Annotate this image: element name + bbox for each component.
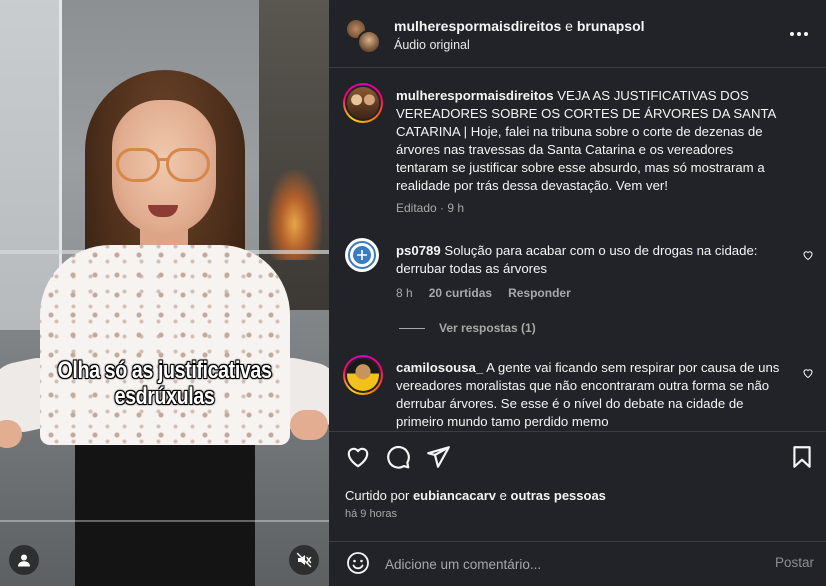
post-caption: mulherespormaisdireitos VEJA AS JUSTIFIC… [396, 87, 786, 195]
liked-by-conjunction: e [499, 488, 507, 503]
bookmark-icon[interactable] [789, 444, 815, 470]
mute-icon [296, 552, 312, 568]
header-conjunction: e [565, 18, 573, 34]
comment-avatar-ps0789[interactable] [345, 238, 379, 272]
post-header: mulherespormaisdireitos e brunapsol Áudi… [329, 0, 826, 68]
caption-avatar-ring [345, 85, 381, 121]
comment-username[interactable]: ps0789 [396, 243, 441, 258]
person-hand-left [0, 420, 22, 448]
post-actions: Curtido por eubiancacarv e outras pessoa… [329, 431, 826, 541]
glasses-lens-right [166, 148, 210, 182]
comment-camilosousa: camilosousa_ A gente vai ficando sem res… [396, 359, 786, 431]
emoji-icon[interactable] [346, 551, 370, 575]
comment-likes[interactable]: 20 curtidas [429, 286, 492, 300]
comment-avatar-camilosousa[interactable] [343, 355, 383, 395]
liked-by-prefix: Curtido por [345, 488, 410, 503]
comment-like-heart-icon[interactable] [802, 367, 814, 379]
liked-by-user[interactable]: eubiancacarv [413, 488, 496, 503]
avatar-user2 [357, 30, 381, 54]
header-user2-link[interactable]: brunapsol [577, 18, 645, 34]
liked-by: Curtido por eubiancacarv e outras pessoa… [345, 488, 606, 503]
liked-by-others[interactable]: outras pessoas [511, 488, 606, 503]
comment-username[interactable]: camilosousa_ [396, 360, 483, 375]
replies-divider-line [399, 327, 425, 329]
video-caption-line-1: Olha só as justificativas [57, 357, 272, 384]
more-icon-dot [804, 32, 808, 36]
person-hand-right [290, 410, 328, 440]
comment-time: 8 h [396, 286, 413, 300]
video-caption-line-2: esdrúxulas [114, 383, 215, 410]
user-icon [18, 554, 30, 567]
club-logo-icon [348, 241, 376, 269]
video-person [0, 0, 329, 586]
view-replies-label: Ver respostas (1) [439, 321, 536, 335]
view-replies-button[interactable]: Ver respostas (1) [399, 321, 536, 335]
caption-username[interactable]: mulherespormaisdireitos [396, 88, 554, 103]
video-progress-bar[interactable] [0, 520, 329, 522]
comment-icon[interactable] [385, 444, 411, 470]
audio-link[interactable]: Áudio original [394, 38, 470, 52]
comment-text: Solução para acabar com o uso de drogas … [396, 243, 758, 276]
caption-text: VEJA AS JUSTIFICATIVAS DOS VEREADORES SO… [396, 88, 776, 193]
comment-input[interactable] [385, 553, 745, 575]
comment-composer: Postar [329, 541, 826, 586]
caption-avatar[interactable] [343, 83, 383, 123]
glasses-bridge [159, 158, 168, 161]
person-shirt [40, 245, 290, 445]
comment-ps0789: ps0789 Solução para acabar com o uso de … [396, 242, 786, 278]
comment-avatar-image [347, 359, 379, 391]
more-options-button[interactable] [788, 24, 810, 44]
collab-avatar[interactable] [345, 18, 381, 54]
comment-meta: 8 h 20 curtidas Responder [396, 286, 571, 300]
post-timestamp[interactable]: há 9 horas [345, 508, 397, 520]
mute-button[interactable] [289, 545, 319, 575]
video-caption: Olha só as justificativas esdrúxulas [30, 358, 300, 410]
post-comment-button[interactable]: Postar [775, 555, 814, 570]
header-usernames: mulherespormaisdireitos e brunapsol [394, 18, 645, 34]
reply-button[interactable]: Responder [508, 286, 571, 300]
heart-icon[interactable] [345, 444, 371, 470]
caption-meta: Editado · 9 h [396, 201, 465, 215]
tagged-users-button[interactable] [9, 545, 39, 575]
share-icon[interactable] [425, 444, 451, 470]
comments-list[interactable]: mulherespormaisdireitos VEJA AS JUSTIFIC… [329, 69, 826, 431]
caption-avatar-image [347, 87, 379, 119]
header-user1-link[interactable]: mulherespormaisdireitos [394, 18, 561, 34]
comment-avatar-ring [345, 357, 381, 393]
post-panel: mulherespormaisdireitos e brunapsol Áudi… [329, 0, 826, 586]
glasses-lens-left [116, 148, 160, 182]
more-icon [790, 32, 794, 36]
comment-like-heart-icon[interactable] [802, 249, 814, 261]
reel-video[interactable]: Olha só as justificativas esdrúxulas [0, 0, 329, 586]
more-icon-dot [797, 32, 801, 36]
